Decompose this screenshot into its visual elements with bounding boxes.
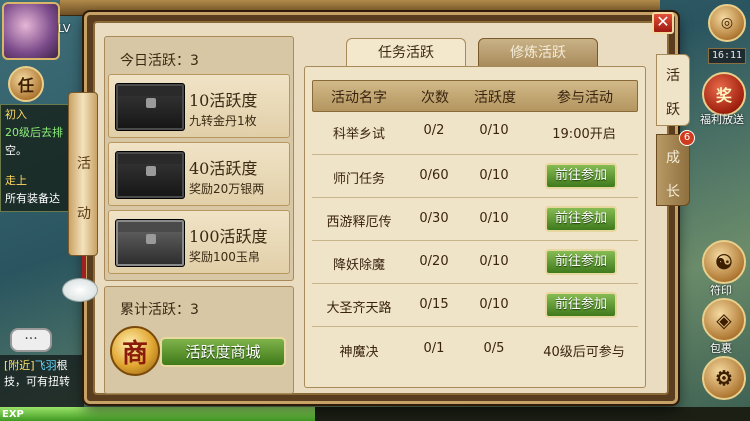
- reward-threshold: 100活跃度: [189, 227, 268, 246]
- total-activity-label: 累计活跃：3: [120, 302, 199, 318]
- side-tab-activity[interactable]: 活 跃: [656, 54, 690, 126]
- activity-points: 0/10: [479, 123, 509, 138]
- chat-box[interactable]: [附近]飞羽根 技，可有扭转: [0, 355, 84, 407]
- activity-shop-button[interactable]: 活跃度商城: [160, 337, 286, 367]
- welfare-label: 福利放送: [700, 113, 744, 126]
- tab-cultivation-activity[interactable]: 修炼活跃: [478, 38, 598, 68]
- bag-icon[interactable]: ◈: [702, 298, 746, 342]
- shop-emblem-icon: 商: [110, 326, 160, 376]
- activity-count: 0/2: [423, 123, 445, 138]
- side-tab-char: 跃: [666, 102, 680, 118]
- column-header: 活跃度: [474, 90, 516, 106]
- scroll-title-char: 动: [77, 206, 91, 222]
- activity-name: 科举乡试: [332, 127, 385, 142]
- activity-points: 0/5: [483, 341, 505, 356]
- player-avatar[interactable]: [2, 2, 60, 60]
- reward-description: 奖励20万银两: [189, 182, 265, 196]
- today-activity-label: 今日活跃：3: [120, 53, 199, 69]
- settings-icon[interactable]: ⚙: [702, 356, 746, 400]
- reward-description: 九转金丹1枚: [189, 114, 257, 128]
- reward-threshold: 10活跃度: [189, 91, 258, 110]
- tab-task-activity[interactable]: 任务活跃: [346, 38, 466, 68]
- exp-fill: [0, 407, 315, 421]
- activity-name: 大圣齐天路: [326, 301, 392, 316]
- chat-toggle-button[interactable]: ···: [10, 328, 52, 352]
- reward-description: 奖励100玉帛: [189, 250, 260, 264]
- level-tag: LV: [58, 22, 71, 35]
- treasure-chest-icon: [115, 151, 185, 199]
- chat-message: 技，可有扭转: [4, 375, 70, 388]
- activity-points: 0/10: [479, 211, 509, 226]
- join-activity-button[interactable]: 前往参加: [545, 249, 617, 275]
- column-header: 活动名字: [331, 90, 387, 106]
- side-tab-char: 长: [666, 184, 680, 200]
- map-icon[interactable]: ◎: [708, 4, 746, 42]
- activity-status: 19:00开启: [552, 127, 616, 142]
- scroll-title-char: 活: [77, 156, 91, 172]
- join-activity-button[interactable]: 前往参加: [545, 206, 617, 232]
- activity-status: 40级后可参与: [543, 345, 625, 360]
- task-button[interactable]: 任: [8, 66, 44, 102]
- row-divider: [312, 154, 638, 155]
- activity-count: 0/60: [419, 168, 449, 183]
- reward-card[interactable]: 10活跃度 九转金丹1枚: [108, 74, 290, 138]
- side-tab-char: 成: [666, 150, 680, 166]
- talisman-icon[interactable]: ☯: [702, 240, 746, 284]
- chat-sender[interactable]: 飞羽: [35, 359, 57, 372]
- join-activity-button[interactable]: 前往参加: [545, 292, 617, 318]
- chat-message: 根: [56, 359, 68, 372]
- reward-card[interactable]: 100活跃度 奖励100玉帛: [108, 210, 290, 274]
- side-tab-char: 活: [666, 68, 680, 84]
- join-activity-button[interactable]: 前往参加: [545, 163, 617, 189]
- close-button[interactable]: ✕: [652, 12, 674, 34]
- activity-name: 师门任务: [332, 172, 385, 187]
- reward-card[interactable]: 40活跃度 奖励20万银两: [108, 142, 290, 206]
- activity-name: 降妖除魔: [332, 258, 385, 273]
- activity-scroll-ornament: 活 动: [68, 92, 98, 256]
- chat-channel: [附近]: [4, 359, 35, 372]
- bag-label: 包裹: [710, 342, 732, 355]
- clock: 16:11: [708, 48, 746, 64]
- activity-points: 0/10: [479, 254, 509, 269]
- jade-pendant-decoration: [62, 278, 98, 302]
- activity-count: 0/1: [423, 341, 445, 356]
- silver-chest-icon: [115, 219, 185, 267]
- exp-label: EXP: [2, 409, 24, 420]
- activity-name: 西游释厄传: [326, 215, 392, 230]
- welfare-icon[interactable]: 奖: [702, 72, 746, 116]
- activity-count: 0/30: [419, 211, 449, 226]
- notification-badge: 6: [679, 130, 695, 146]
- activity-count: 0/20: [419, 254, 449, 269]
- exp-bar: [0, 407, 750, 421]
- activity-points: 0/10: [479, 297, 509, 312]
- row-divider: [312, 197, 638, 198]
- table-header: 活动名字 次数 活跃度 参与活动: [312, 80, 638, 112]
- activity-name: 神魔决: [339, 345, 379, 360]
- activity-points: 0/10: [479, 168, 509, 183]
- row-divider: [312, 240, 638, 241]
- row-divider: [312, 283, 638, 284]
- column-header: 次数: [421, 90, 449, 106]
- activity-count: 0/15: [419, 297, 449, 312]
- reward-threshold: 40活跃度: [189, 159, 258, 178]
- talisman-label: 符印: [710, 284, 732, 297]
- column-header: 参与活动: [557, 90, 613, 106]
- treasure-chest-icon: [115, 83, 185, 131]
- row-divider: [312, 326, 638, 327]
